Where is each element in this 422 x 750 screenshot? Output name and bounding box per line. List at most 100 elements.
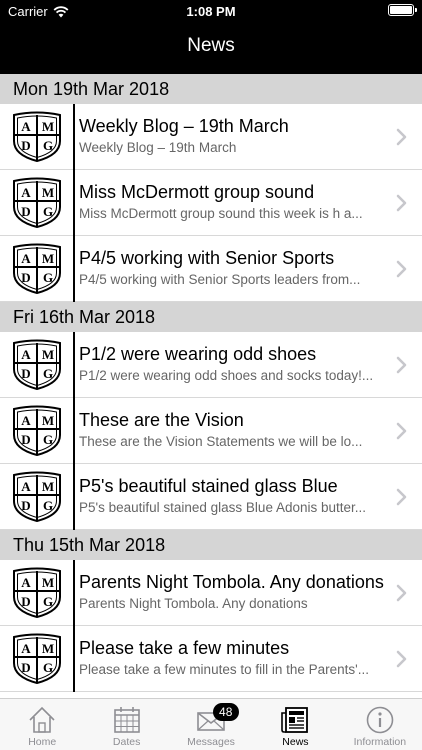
tab-messages[interactable]: 48 Messages	[169, 699, 253, 750]
amdg-crest-icon: A MD G	[13, 243, 61, 295]
svg-text:D: D	[21, 432, 30, 447]
row-divider-line	[73, 332, 75, 398]
news-item[interactable]: A M D G Weekly Blog – 19th March Weekly Blog …	[0, 104, 422, 170]
svg-text:G: G	[43, 270, 53, 285]
svg-text:M: M	[42, 251, 54, 266]
svg-text:A: A	[21, 641, 31, 656]
svg-text:D: D	[21, 594, 30, 609]
row-divider-line	[73, 398, 75, 464]
chevron-right-icon	[396, 356, 407, 374]
svg-text:M: M	[42, 479, 54, 494]
news-item-title: P1/2 were wearing odd shoes	[79, 344, 317, 364]
svg-text:G: G	[43, 366, 53, 381]
news-item-title: P4/5 working with Senior Sports	[79, 248, 335, 268]
news-list[interactable]: Mon 19th Mar 2018 A M D G Weekly Blog – 19th …	[0, 74, 422, 698]
svg-text:A: A	[21, 119, 31, 134]
battery-icon	[388, 4, 417, 16]
svg-text:A: A	[21, 185, 31, 200]
section-date-header: Thu 15th Mar 2018	[0, 530, 422, 560]
amdg-crest-icon: A MD G	[13, 633, 61, 685]
svg-text:M: M	[42, 575, 54, 590]
news-item[interactable]: A M D G Please take a few minutes Please take…	[0, 626, 422, 692]
svg-text:D: D	[21, 138, 30, 153]
svg-text:G: G	[43, 498, 53, 513]
row-divider-line	[73, 236, 75, 302]
page-title: News	[187, 35, 235, 56]
tab-news[interactable]: News	[253, 699, 337, 750]
news-item-subtitle: P1/2 were wearing odd shoes and socks to…	[79, 368, 374, 383]
svg-text:D: D	[21, 660, 30, 675]
chevron-right-icon	[396, 128, 407, 146]
chevron-right-icon	[396, 584, 407, 602]
news-item-subtitle: Please take a few minutes to fill in the…	[79, 662, 369, 677]
news-item-subtitle: Parents Night Tombola. Any donations	[79, 596, 308, 611]
info-icon	[364, 699, 396, 741]
news-item[interactable]: A M D G P5's beautiful stained glass Blue P5'…	[0, 464, 422, 530]
navigation-header: Carrier 1:08 PM News	[0, 0, 422, 74]
news-item[interactable]: A M D G P4/5 working with Senior Sports P4/5 …	[0, 236, 422, 302]
row-divider-line	[73, 104, 75, 170]
row-divider-line	[73, 626, 75, 692]
chevron-right-icon	[396, 260, 407, 278]
tab-dates[interactable]: Dates	[84, 699, 168, 750]
section-date-header: Mon 19th Mar 2018	[0, 74, 422, 104]
svg-text:G: G	[43, 138, 53, 153]
news-item-title: Parents Night Tombola. Any donations	[79, 572, 384, 592]
home-icon	[26, 699, 58, 741]
tab-label: Dates	[112, 736, 141, 748]
news-item-title: P5's beautiful stained glass Blue	[79, 476, 338, 496]
tab-information[interactable]: Information	[338, 699, 422, 750]
news-item[interactable]: A M D G Miss McDermott group sound Miss McDer…	[0, 170, 422, 236]
svg-text:A: A	[21, 479, 31, 494]
svg-text:M: M	[42, 347, 54, 362]
amdg-crest-icon: A MD G	[13, 405, 61, 457]
clock: 1:08 PM	[186, 4, 236, 19]
newspaper-icon	[279, 699, 311, 741]
news-item-title: Miss McDermott group sound	[79, 182, 315, 202]
tab-label: News	[282, 736, 309, 748]
tab-label: Information	[353, 736, 407, 748]
chevron-right-icon	[396, 194, 407, 212]
news-item-subtitle: These are the Vision Statements we will …	[79, 434, 363, 449]
svg-text:A: A	[21, 575, 31, 590]
news-item-subtitle: P4/5 working with Senior Sports leaders …	[79, 272, 361, 287]
amdg-crest-icon: A MD G	[13, 567, 61, 619]
news-item-subtitle: P5's beautiful stained glass Blue Adonis…	[79, 500, 367, 515]
amdg-crest-icon: A MD G	[13, 111, 61, 163]
svg-text:D: D	[21, 498, 30, 513]
chevron-right-icon	[396, 650, 407, 668]
svg-text:M: M	[42, 119, 54, 134]
news-item[interactable]: A M D G Parents Night Tombola. Any donations…	[0, 560, 422, 626]
svg-text:D: D	[21, 366, 30, 381]
news-item-title: Weekly Blog – 19th March	[79, 116, 289, 136]
row-divider-line	[73, 464, 75, 530]
tab-home[interactable]: Home	[0, 699, 84, 750]
svg-text:G: G	[43, 594, 53, 609]
svg-text:D: D	[21, 204, 30, 219]
svg-text:M: M	[42, 641, 54, 656]
news-item[interactable]: A M D G These are the Vision These are the Vi…	[0, 398, 422, 464]
status-bar: Carrier 1:08 PM	[0, 0, 422, 22]
svg-text:G: G	[43, 204, 53, 219]
unread-badge: 48	[212, 703, 239, 721]
amdg-crest-icon: A MD G	[13, 177, 61, 229]
svg-text:G: G	[43, 660, 53, 675]
news-item[interactable]: A M D G P1/2 were wearing odd shoes P1/2 were…	[0, 332, 422, 398]
section-date-header: Fri 16th Mar 2018	[0, 302, 422, 332]
news-item-title: Please take a few minutes	[79, 638, 290, 658]
svg-text:M: M	[42, 185, 54, 200]
amdg-crest-icon: A MD G	[13, 339, 61, 391]
svg-text:M: M	[42, 413, 54, 428]
amdg-crest-icon: A MD G	[13, 471, 61, 523]
svg-text:G: G	[43, 432, 53, 447]
tab-label: Messages	[187, 736, 235, 748]
svg-text:A: A	[21, 413, 31, 428]
news-item-subtitle: Miss McDermott group sound this week is …	[79, 206, 363, 221]
svg-text:D: D	[21, 270, 30, 285]
calendar-icon	[111, 699, 143, 741]
row-divider-line	[73, 560, 75, 626]
chevron-right-icon	[396, 422, 407, 440]
row-divider-line	[73, 170, 75, 236]
tab-bar: Home Dates 48 Messages News Information	[0, 698, 422, 750]
news-item-title: These are the Vision	[79, 410, 244, 430]
